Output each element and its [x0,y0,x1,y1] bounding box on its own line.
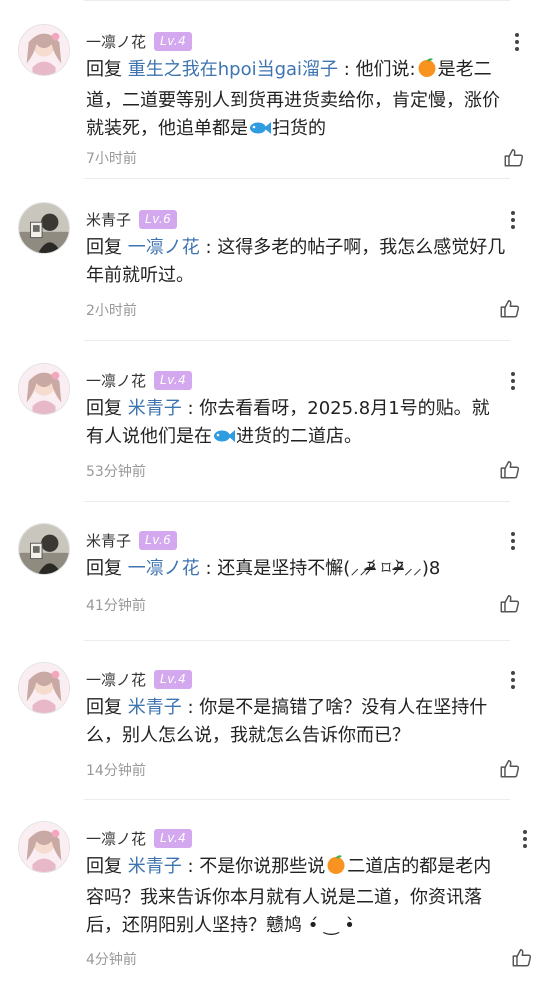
username[interactable]: 米青子 [86,209,131,230]
timestamp: 53分钟前 [86,464,146,480]
comment-item: 一凛ノ花 Lv.4 回复 米青子 : 你是不是搞错了啥？没有人在坚持什么，别人怎… [0,662,540,802]
divider [84,501,510,502]
more-options-icon[interactable] [503,668,523,692]
reply-label: 回复 [86,558,122,579]
username[interactable]: 米青子 [86,530,131,551]
thumbs-up-icon[interactable] [503,147,525,169]
avatar[interactable] [18,821,70,873]
comment-text: 回复 米青子 : 不是你说那些说 二道店的都是老内容吗？我来告诉你本月就有人说是二… [86,853,506,940]
comment-text: 回复 重生之我在hpoi当gai溜子 : 他们说: 是老二道，二道要等别人到货再进… [86,56,506,146]
thumbs-up-icon[interactable] [499,459,521,481]
avatar[interactable] [18,202,70,254]
comment-text-part: 进货的二道店。 [236,426,362,447]
mention-link[interactable]: 米青子 [128,856,182,877]
mention-link[interactable]: 重生之我在hpoi当gai溜子 [128,59,338,80]
level-badge: Lv.4 [154,31,193,51]
divider [84,178,510,179]
username[interactable]: 一凛ノ花 [86,828,146,849]
top-divider [84,0,510,1]
mention-link[interactable]: 米青子 [128,697,182,718]
level-badge: Lv.6 [139,209,178,229]
comment-item: 一凛ノ花 Lv.4 回复 米青子 : 你去看看呀，2025.8月1号的贴。就有人… [0,363,540,503]
fish-emoji-icon [248,118,272,146]
username[interactable]: 一凛ノ花 [86,31,146,52]
comment-text-part: 还真是坚持不懈(⸝⸝ᵒ̴̶̷᷄ ⌑ ᵒ̴̶̷᷅⸝⸝)8 [217,558,441,579]
level-badge: Lv.4 [154,669,193,689]
username[interactable]: 一凛ノ花 [86,370,146,391]
reply-label: 回复 [86,398,122,419]
more-options-icon[interactable] [503,208,523,232]
comment-item: 一凛ノ花 Lv.4 回复 米青子 : 不是你说那些说 二道店的都是老内容吗？我来告… [0,821,540,986]
reply-label: 回复 [86,856,122,877]
divider [84,799,510,800]
fish-emoji-icon [212,426,236,454]
more-options-icon[interactable] [507,30,527,54]
comment-text-part: 扫货的 [272,118,326,139]
reply-label: 回复 [86,697,122,718]
orange-emoji-icon [416,56,438,87]
divider [84,640,510,641]
thumbs-up-icon[interactable] [499,298,521,320]
mention-link[interactable]: 一凛ノ花 [128,237,200,258]
avatar[interactable] [18,523,70,575]
more-options-icon[interactable] [503,529,523,553]
timestamp: 14分钟前 [86,763,146,779]
level-badge: Lv.4 [154,828,193,848]
more-options-icon[interactable] [503,369,523,393]
thumbs-up-icon[interactable] [499,593,521,615]
reply-label: 回复 [86,237,122,258]
avatar[interactable] [18,363,70,415]
comment-text-part: 他们说: [355,59,416,80]
avatar[interactable] [18,24,70,76]
orange-emoji-icon [325,853,347,884]
divider [84,340,510,341]
mention-link[interactable]: 一凛ノ花 [128,558,200,579]
comment-text: 回复 米青子 : 你去看看呀，2025.8月1号的贴。就有人说他们是在 进货的二道… [86,395,506,454]
avatar[interactable] [18,662,70,714]
timestamp: 4分钟前 [86,952,137,968]
mention-link[interactable]: 米青子 [128,398,182,419]
level-badge: Lv.6 [139,530,178,550]
comment-text: 回复 一凛ノ花 : 这得多老的帖子啊，我怎么感觉好几年前就听过。 [86,237,506,286]
timestamp: 7小时前 [86,151,137,167]
comment-item: 一凛ノ花 Lv.4 回复 重生之我在hpoi当gai溜子 : 他们说: 是老二道，… [0,24,540,184]
reply-label: 回复 [86,59,122,80]
comment-text: 回复 一凛ノ花 : 还真是坚持不懈(⸝⸝ᵒ̴̶̷᷄ ⌑ ᵒ̴̶̷᷅⸝⸝)8 [86,558,441,579]
comment-text: 回复 米青子 : 你是不是搞错了啥？没有人在坚持什么，别人怎么说，我就怎么告诉你… [86,697,488,746]
thumbs-up-icon[interactable] [499,758,521,780]
timestamp: 41分钟前 [86,598,146,614]
level-badge: Lv.4 [154,370,193,390]
thumbs-up-icon[interactable] [511,947,533,969]
more-options-icon[interactable] [515,827,535,851]
comment-item: 米青子 Lv.6 回复 一凛ノ花 : 还真是坚持不懈(⸝⸝ᵒ̴̶̷᷄ ⌑ ᵒ̴̶… [0,523,540,633]
comment-item: 米青子 Lv.6 回复 一凛ノ花 : 这得多老的帖子啊，我怎么感觉好几年前就听过… [0,202,540,332]
timestamp: 2小时前 [86,303,137,319]
comment-text-part: 不是你说那些说 [199,856,326,877]
username[interactable]: 一凛ノ花 [86,669,146,690]
